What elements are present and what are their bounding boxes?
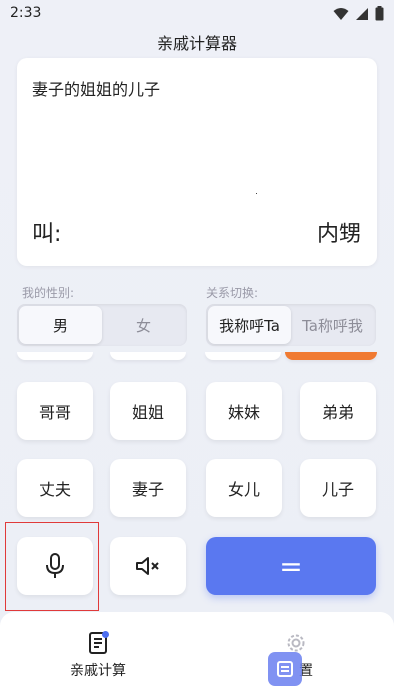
gender-toggle: 男 女: [17, 304, 187, 346]
gender-option-male[interactable]: 男: [19, 306, 102, 344]
watermark-logo: [268, 652, 302, 686]
scrolled-keys-row: [17, 352, 377, 364]
result-display: 妻子的姐姐的儿子 叫: 内甥: [17, 58, 377, 266]
sound-toggle-button[interactable]: [110, 537, 186, 595]
bottom-nav: 亲戚计算 置: [0, 612, 394, 700]
key-partial[interactable]: [17, 352, 93, 360]
battery-icon: [375, 6, 384, 21]
equals-button[interactable]: =: [206, 537, 376, 595]
key-daughter[interactable]: 女儿: [206, 459, 282, 517]
key-older-brother[interactable]: 哥哥: [17, 382, 93, 440]
status-icons: [333, 6, 384, 21]
relation-option-i-call-ta[interactable]: 我称呼Ta: [208, 306, 291, 344]
key-younger-brother[interactable]: 弟弟: [300, 382, 376, 440]
tab-relative-calculator-label: 亲戚计算: [70, 663, 126, 679]
status-time: 2:33: [10, 5, 42, 21]
wifi-icon: [333, 7, 349, 20]
gender-option-female[interactable]: 女: [102, 306, 185, 344]
relation-query-text: 妻子的姐姐的儿子: [32, 80, 161, 99]
highlight-annotation: [5, 522, 99, 611]
tab-relative-calculator[interactable]: 亲戚计算: [38, 630, 158, 680]
key-older-sister[interactable]: 姐姐: [110, 382, 186, 440]
key-wife[interactable]: 妻子: [110, 459, 186, 517]
result-label: 叫:: [32, 222, 62, 247]
relation-switch-toggle: 我称呼Ta Ta称呼我: [206, 304, 376, 346]
speaker-mute-icon: [136, 557, 159, 575]
watermark-logo-icon: [277, 661, 293, 677]
relation-switch-label: 关系切换:: [206, 286, 259, 300]
key-son[interactable]: 儿子: [300, 459, 376, 517]
key-partial-accent[interactable]: [285, 352, 377, 360]
relation-option-ta-calls-me[interactable]: Ta称呼我: [291, 306, 374, 344]
tab-badge-dot: [102, 631, 109, 638]
status-bar: 2:33: [0, 0, 394, 28]
text-cursor: [256, 193, 257, 194]
key-partial[interactable]: [205, 352, 281, 360]
signal-icon: [356, 7, 368, 20]
gender-label: 我的性别:: [22, 286, 75, 300]
key-partial[interactable]: [110, 352, 186, 360]
result-value: 内甥: [316, 222, 361, 247]
app-title: 亲戚计算器: [156, 34, 237, 53]
key-husband[interactable]: 丈夫: [17, 459, 93, 517]
key-younger-sister[interactable]: 妹妹: [206, 382, 282, 440]
